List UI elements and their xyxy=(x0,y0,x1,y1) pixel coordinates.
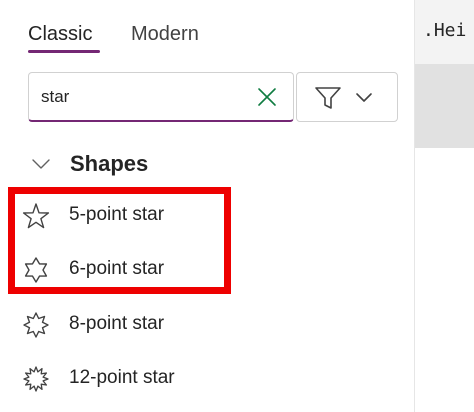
close-icon xyxy=(258,88,276,106)
tab-modern[interactable]: Modern xyxy=(131,20,199,48)
star-8-icon xyxy=(23,312,49,338)
list-item-8-point-star[interactable]: 8-point star xyxy=(22,305,382,345)
search-input[interactable] xyxy=(41,85,241,109)
section-header-shapes[interactable]: Shapes xyxy=(28,148,388,180)
editor-area: .Hei xyxy=(414,0,474,412)
editor-gray-block xyxy=(415,64,474,148)
filter-icon xyxy=(315,87,341,109)
clear-search-button[interactable] xyxy=(255,85,279,109)
list-item-12-point-star[interactable]: 12-point star xyxy=(22,359,382,399)
filter-button[interactable] xyxy=(296,72,398,122)
list-item-label: 8-point star xyxy=(69,313,165,334)
formula-bar[interactable]: .Hei xyxy=(415,0,474,65)
chevron-down-icon xyxy=(32,159,50,169)
chevron-down-icon xyxy=(356,93,372,102)
highlight-annotation-box xyxy=(8,187,231,294)
active-tab-indicator xyxy=(28,50,100,53)
section-title: Shapes xyxy=(70,151,149,176)
formula-text: .Hei xyxy=(423,20,467,41)
star-12-icon xyxy=(23,366,49,392)
insert-panel: Classic Modern Shapes 5-point star xyxy=(0,0,414,412)
tab-classic[interactable]: Classic xyxy=(28,20,92,48)
list-item-label: 12-point star xyxy=(69,367,175,388)
search-box xyxy=(28,72,294,122)
